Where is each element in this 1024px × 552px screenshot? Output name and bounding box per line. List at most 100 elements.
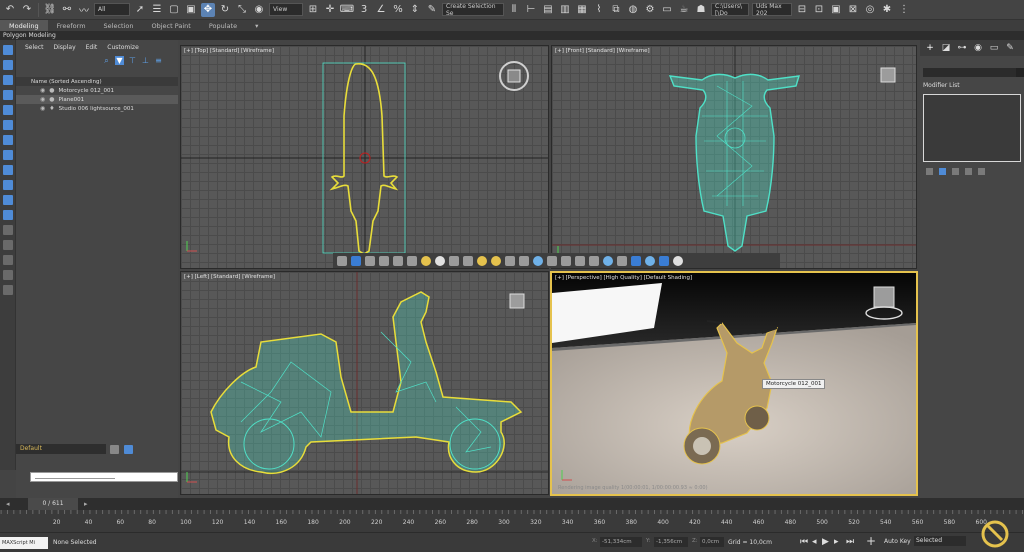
window-icon[interactable] xyxy=(3,285,13,295)
sphere-light-icon[interactable] xyxy=(491,255,501,266)
cone-icon[interactable] xyxy=(547,255,557,266)
globe-icon[interactable] xyxy=(603,255,613,266)
modifier-list-dropdown[interactable]: Modifier List xyxy=(923,82,1021,92)
display-xrefs-icon[interactable] xyxy=(3,180,13,190)
help-circle-icon[interactable] xyxy=(673,255,683,266)
link-icon[interactable]: ⛓ xyxy=(43,3,57,17)
render-production-icon[interactable]: ☕ xyxy=(677,3,691,17)
viewport-front[interactable]: [+] [Front] [Standard] [Wireframe] xyxy=(551,45,917,269)
go-to-start-icon[interactable]: ⏮ xyxy=(800,537,808,547)
hierarchy-tab-icon[interactable]: ⊶ xyxy=(957,43,967,53)
tab-populate[interactable]: Populate xyxy=(200,20,246,31)
next-frame-icon[interactable]: ▸ xyxy=(84,500,88,508)
prev-frame-icon[interactable]: ◂ xyxy=(6,500,10,508)
maxscript-listener[interactable]: MAXScript Mi xyxy=(0,537,48,549)
remove-modifier-icon[interactable] xyxy=(965,167,972,175)
viewport-label[interactable]: [+] [Perspective] [High Quality] [Defaul… xyxy=(555,275,692,281)
material-icon[interactable] xyxy=(659,255,669,266)
list-item[interactable]: ◉ ● Plane001 xyxy=(16,95,178,104)
bind-spacewarp-icon[interactable]: 〰 xyxy=(77,3,91,17)
display-lights-icon[interactable] xyxy=(3,105,13,115)
settings-icon[interactable]: ⊠ xyxy=(846,3,860,17)
track-bar[interactable]: 20 40 60 80 100 120 140 160 180 200 220 240 260 280 30… xyxy=(0,510,1024,532)
tab-selection[interactable]: Selection xyxy=(95,20,143,31)
menu-display[interactable]: Display xyxy=(54,44,76,51)
z-coordinate-field[interactable]: 0,0cm xyxy=(700,537,724,547)
viewport-top[interactable]: [+] [Top] [Standard] [Wireframe] xyxy=(180,45,549,269)
capture-icon[interactable] xyxy=(365,255,375,266)
open-folder-icon[interactable]: ⊟ xyxy=(795,3,809,17)
render-setup-icon[interactable]: ⚙ xyxy=(643,3,657,17)
list-item[interactable]: ◉ ♦ Studio 006 lightsource_001 xyxy=(16,104,178,113)
select-place-icon[interactable]: ◉ xyxy=(252,3,266,17)
select-object-icon[interactable]: ➚ xyxy=(133,3,147,17)
filter-toggle-icon[interactable]: ▼ xyxy=(115,56,124,65)
go-to-end-icon[interactable]: ⏭ xyxy=(846,537,854,547)
window-crossing-icon[interactable]: ▣ xyxy=(184,3,198,17)
y-coordinate-field[interactable]: -1,356cm xyxy=(654,537,688,547)
time-slider-handle[interactable]: 0 / 611 xyxy=(28,498,78,510)
set-key-icon[interactable]: + xyxy=(866,534,876,548)
display-none-icon[interactable] xyxy=(3,45,13,55)
toggle-scene-explorer-icon[interactable]: ▤ xyxy=(541,3,555,17)
curve-editor-icon[interactable]: ⌇ xyxy=(592,3,606,17)
modifier-stack[interactable] xyxy=(923,94,1021,162)
selection-filter-dropdown[interactable]: All xyxy=(94,3,130,16)
grid-object-icon[interactable] xyxy=(505,255,515,266)
rect-selection-icon[interactable]: ▢ xyxy=(167,3,181,17)
overflow-menu-icon[interactable]: ⋮ xyxy=(897,3,911,17)
key-filter-dropdown[interactable]: Selected xyxy=(914,536,966,546)
create-tab-icon[interactable]: + xyxy=(925,43,935,53)
named-selection-set-dropdown[interactable]: Create Selection Se xyxy=(442,3,504,17)
workspace-field[interactable]: Uds Max 202 xyxy=(752,3,792,17)
auto-key-button[interactable]: Auto Key xyxy=(884,537,911,547)
viewport-label[interactable]: [+] [Front] [Standard] [Wireframe] xyxy=(555,48,650,54)
display-spacewarps-icon[interactable] xyxy=(3,150,13,160)
texture-icon[interactable] xyxy=(631,255,641,266)
layer-mode-icon[interactable]: ≡ xyxy=(154,56,163,65)
tab-modeling[interactable]: Modeling xyxy=(0,20,48,31)
material-editor-icon[interactable]: ◍ xyxy=(626,3,640,17)
eye-icon[interactable]: ◉ xyxy=(40,87,45,94)
sphere-icon[interactable] xyxy=(645,255,655,266)
viewport-left[interactable]: [+] [Left] [Standard] [Wireframe] xyxy=(180,271,549,495)
unlink-icon[interactable]: ⚯ xyxy=(60,3,74,17)
utilities-tab-icon[interactable]: ✎ xyxy=(1005,43,1015,53)
configure-sets-icon[interactable] xyxy=(978,167,985,175)
menu-customize[interactable]: Customize xyxy=(107,44,139,51)
time-slider[interactable]: ◂ 0 / 611 ▸ xyxy=(0,498,1024,510)
rendered-frame-icon[interactable]: ▭ xyxy=(660,3,674,17)
menu-select[interactable]: Select xyxy=(25,44,44,51)
sky-icon[interactable] xyxy=(617,255,627,266)
shader-ball-icon[interactable] xyxy=(533,255,543,266)
render-iterative-icon[interactable]: ☗ xyxy=(694,3,708,17)
viewport-label[interactable]: [+] [Left] [Standard] [Wireframe] xyxy=(184,274,275,280)
keyboard-shortcut-icon[interactable]: ⌨ xyxy=(340,3,354,17)
display-bones-icon[interactable] xyxy=(3,195,13,205)
project-folder-icon[interactable]: ⊡ xyxy=(812,3,826,17)
select-rotate-icon[interactable]: ↻ xyxy=(218,3,232,17)
help-icon[interactable]: ◎ xyxy=(863,3,877,17)
render-setup-icon[interactable] xyxy=(337,255,347,266)
display-shapes-icon[interactable] xyxy=(3,90,13,100)
undo-icon[interactable]: ↶ xyxy=(3,3,17,17)
expand-all-icon[interactable]: ⊥ xyxy=(141,56,150,65)
list-item[interactable]: ◉ ● Motorcycle 012_001 xyxy=(16,86,178,95)
filter-icon[interactable] xyxy=(3,255,13,265)
menu-edit[interactable]: Edit xyxy=(86,44,98,51)
layer-explorer-icon[interactable]: ▥ xyxy=(558,3,572,17)
select-move-icon[interactable]: ✥ xyxy=(201,2,215,17)
eye-icon[interactable]: ◉ xyxy=(40,105,45,112)
select-by-name-icon[interactable]: ☰ xyxy=(150,3,164,17)
reference-coord-dropdown[interactable]: View xyxy=(269,3,303,16)
lightbulb-icon[interactable] xyxy=(379,255,389,266)
display-geometry-icon[interactable] xyxy=(3,75,13,85)
pin-stack-icon[interactable] xyxy=(926,167,933,175)
bowl-icon[interactable] xyxy=(463,255,473,266)
select-scale-icon[interactable]: ⤡ xyxy=(235,3,249,17)
motion-tab-icon[interactable]: ◉ xyxy=(973,43,983,53)
object-color-swatch[interactable] xyxy=(1016,68,1024,77)
eye-icon[interactable]: ◉ xyxy=(40,96,45,103)
play-icon[interactable]: ▶ xyxy=(822,537,829,547)
align-icon[interactable]: ⊢ xyxy=(524,3,538,17)
